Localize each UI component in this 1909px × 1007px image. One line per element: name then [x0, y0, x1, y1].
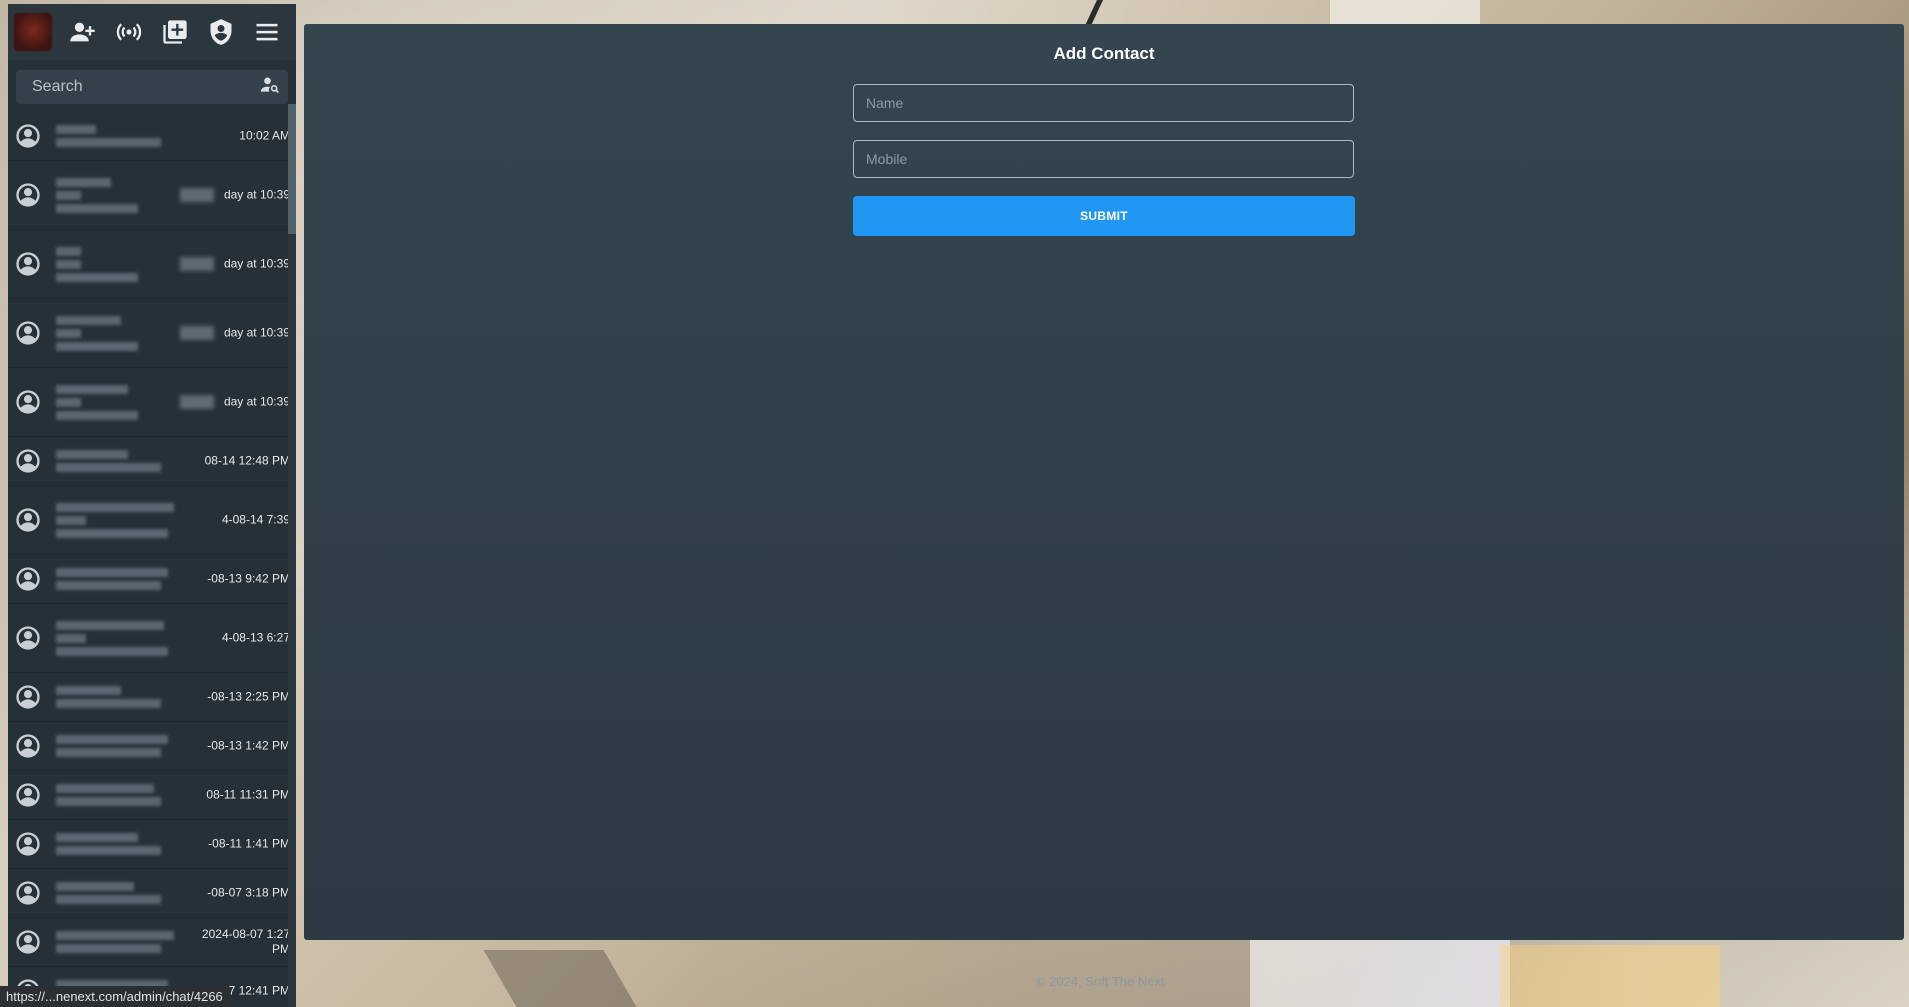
chat-time: 08-11 11:31 PM — [206, 787, 290, 802]
status-bar-url: https://...nenext.com/admin/chat/4266 — [0, 986, 229, 1007]
user-circle-icon — [14, 565, 42, 593]
broadcast-icon[interactable] — [114, 17, 144, 47]
redacted-preview — [56, 315, 166, 351]
user-circle-icon — [14, 928, 42, 956]
user-circle-icon — [14, 447, 42, 475]
chat-list-item[interactable]: 10:02 AM — [8, 112, 296, 161]
chat-time: 10:02 AM — [239, 128, 290, 143]
redacted-preview — [56, 735, 168, 757]
chat-time: 4-08-13 6:27 — [221, 630, 290, 645]
chat-time: -08-11 1:41 PM — [208, 836, 290, 851]
redacted-preview — [56, 833, 166, 855]
chat-list-item[interactable]: -08-13 2:25 PM — [8, 673, 296, 722]
chat-list: 10:02 AM day at 10:39 day at 10:39 day a… — [8, 112, 296, 1007]
redacted-preview — [56, 125, 166, 147]
redacted-preview — [56, 568, 168, 590]
submit-button[interactable]: SUBMIT — [853, 196, 1355, 236]
sidebar: 10:02 AM day at 10:39 day at 10:39 day a… — [8, 4, 296, 1007]
chat-list-scrollbar[interactable] — [288, 104, 296, 1007]
chat-list-item[interactable]: -08-07 3:18 PM — [8, 869, 296, 918]
chat-list-item[interactable]: 4-08-13 6:27 — [8, 604, 296, 673]
redacted-preview — [56, 246, 166, 282]
chat-time: 08-14 12:48 PM — [204, 453, 290, 468]
user-circle-icon — [14, 319, 42, 347]
user-circle-icon — [14, 181, 42, 209]
redacted-preview — [56, 177, 166, 213]
user-circle-icon — [14, 250, 42, 278]
chat-time: day at 10:39 — [223, 256, 290, 271]
redacted-preview — [56, 882, 166, 904]
redacted-date — [180, 188, 214, 202]
chat-time: 4-08-14 7:39 — [221, 512, 290, 527]
chat-list-item[interactable]: day at 10:39 — [8, 230, 296, 299]
chat-list-item[interactable]: 08-14 12:48 PM — [8, 437, 296, 486]
chat-list-item[interactable]: day at 10:39 — [8, 368, 296, 437]
user-circle-icon — [14, 732, 42, 760]
chat-time: -08-13 2:25 PM — [207, 689, 290, 704]
redacted-preview — [56, 502, 174, 538]
chat-list-item[interactable]: 4-08-14 7:39 — [8, 486, 296, 555]
chat-time: -08-07 3:18 PM — [207, 885, 290, 900]
chat-time: day at 10:39 — [223, 325, 290, 340]
user-circle-icon — [14, 388, 42, 416]
redacted-preview — [56, 620, 168, 656]
user-circle-icon — [14, 506, 42, 534]
user-circle-icon — [14, 122, 42, 150]
redacted-preview — [56, 686, 166, 708]
chat-time: day at 10:39 — [223, 394, 290, 409]
user-circle-icon — [14, 624, 42, 652]
footer-copyright: © 2024, Soft The Next — [1036, 974, 1165, 989]
chat-time: -08-13 1:42 PM — [207, 738, 290, 753]
search-input[interactable] — [30, 77, 260, 97]
chat-time: -08-13 9:42 PM — [207, 571, 290, 586]
search-bar — [16, 70, 288, 104]
chat-time: 2024-08-07 1:27 PM — [201, 927, 290, 956]
chat-list-item[interactable]: 08-11 11:31 PM — [8, 771, 296, 820]
sidebar-toolbar — [8, 4, 296, 60]
redacted-preview — [56, 450, 166, 472]
chat-list-item[interactable]: 2024-08-07 1:27 PM — [8, 918, 296, 967]
menu-icon[interactable] — [252, 17, 282, 47]
user-circle-icon — [14, 781, 42, 809]
add-box-icon[interactable] — [160, 17, 190, 47]
chat-list-item[interactable]: -08-13 1:42 PM — [8, 722, 296, 771]
user-circle-icon — [14, 830, 42, 858]
redacted-date — [180, 395, 214, 409]
add-contact-panel: Add Contact SUBMIT — [304, 24, 1904, 940]
chat-list-item[interactable]: -08-13 9:42 PM — [8, 555, 296, 604]
user-circle-icon — [14, 683, 42, 711]
chat-list-item[interactable]: day at 10:39 — [8, 161, 296, 230]
chat-time: day at 10:39 — [223, 187, 290, 202]
search-user-icon[interactable] — [260, 75, 280, 100]
scrollbar-thumb[interactable] — [288, 104, 296, 234]
name-field[interactable] — [853, 84, 1354, 122]
redacted-preview — [56, 384, 166, 420]
avatar[interactable] — [14, 13, 52, 51]
user-circle-icon — [14, 879, 42, 907]
chat-list-item[interactable]: -08-11 1:41 PM — [8, 820, 296, 869]
mobile-field[interactable] — [853, 140, 1354, 178]
redacted-preview — [56, 931, 174, 953]
redacted-date — [180, 257, 214, 271]
chat-list-item[interactable]: day at 10:39 — [8, 299, 296, 368]
redacted-preview — [56, 784, 166, 806]
redacted-date — [180, 326, 214, 340]
add-contact-icon[interactable] — [68, 17, 98, 47]
admin-shield-icon[interactable] — [206, 17, 236, 47]
page-title: Add Contact — [1053, 44, 1155, 63]
